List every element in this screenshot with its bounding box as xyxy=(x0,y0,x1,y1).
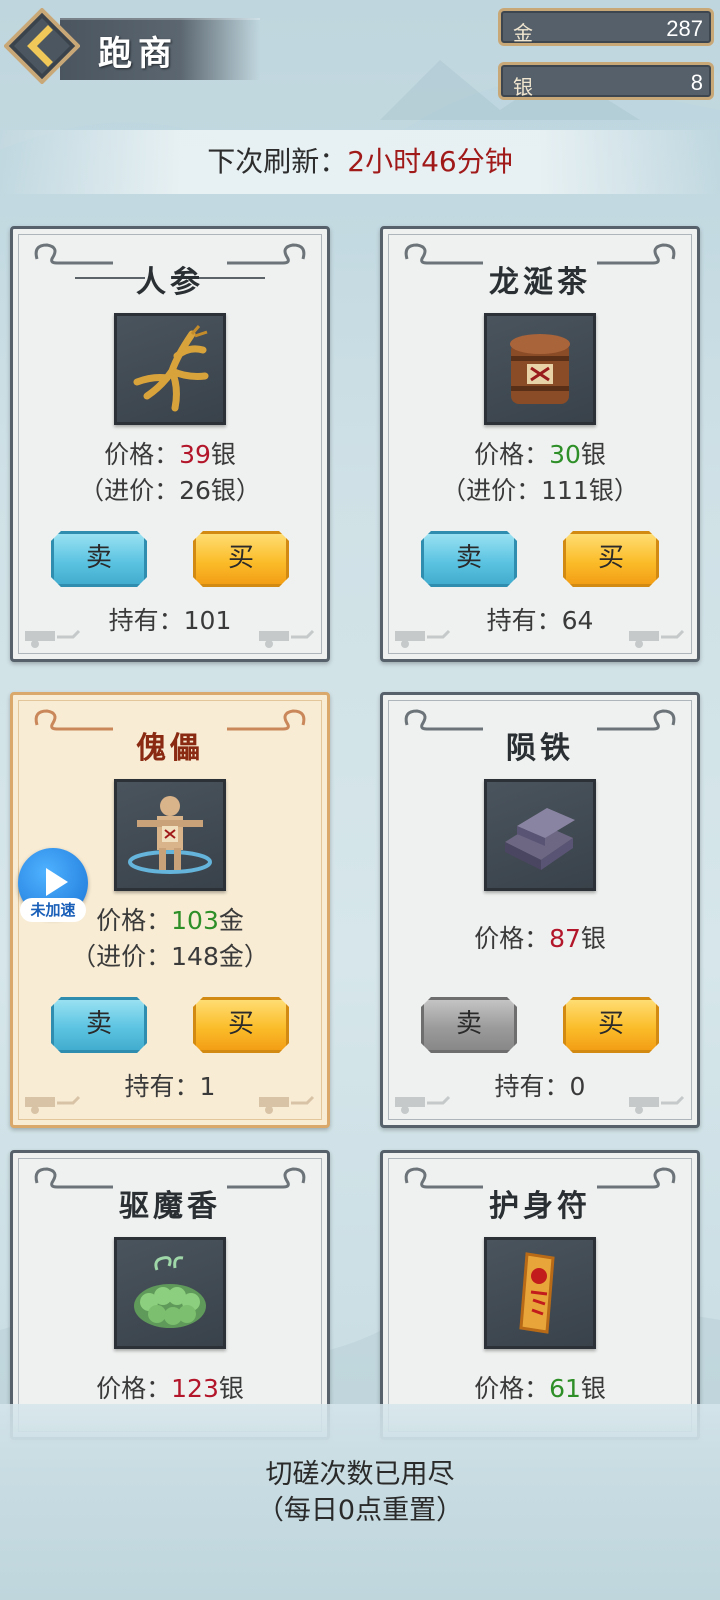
footer-line-1: 切磋次数已用尽 xyxy=(265,1459,455,1490)
buy-button[interactable]: 买 xyxy=(193,997,289,1053)
cart-ornament-icon xyxy=(259,629,315,648)
item-icon-frame xyxy=(484,1237,596,1349)
price-value: 103 xyxy=(171,906,219,935)
cart-ornament-icon xyxy=(395,1095,451,1114)
meteoric-iron-icon xyxy=(505,808,575,870)
item-icon-frame xyxy=(114,779,226,891)
sell-button-disabled[interactable]: 卖 xyxy=(421,997,517,1053)
price-value: 61 xyxy=(549,1374,581,1403)
price-value: 39 xyxy=(179,440,211,469)
refresh-time: 2小时46分钟 xyxy=(347,145,513,178)
item-cost: （进价：111银） xyxy=(441,476,639,505)
silver-label: 银 xyxy=(513,75,533,99)
cart-ornament-icon xyxy=(395,629,451,648)
gold-counter: 金 287 xyxy=(498,8,714,46)
item-icon-frame xyxy=(114,313,226,425)
buy-button[interactable]: 买 xyxy=(563,531,659,587)
speed-up-label: 未加速 xyxy=(20,898,86,922)
item-cost: （进价：148金） xyxy=(71,942,269,971)
item-card-incense[interactable]: 驱魔香 价格：123银 xyxy=(10,1150,330,1440)
item-name: 傀儡 xyxy=(136,731,204,766)
buy-button[interactable]: 买 xyxy=(563,997,659,1053)
footer-status: 切磋次数已用尽 （每日0点重置） xyxy=(0,1404,720,1600)
cart-ornament-icon xyxy=(25,1095,81,1114)
item-icon-frame xyxy=(484,779,596,891)
item-card-ginseng[interactable]: 人参 价格：39银 （进价：26银） 卖 买 持有：101 xyxy=(10,226,330,662)
incense-icon xyxy=(134,1256,206,1328)
item-card-talisman[interactable]: 护身符 价格：61银 xyxy=(380,1150,700,1440)
back-button[interactable] xyxy=(4,8,80,84)
silver-value: 8 xyxy=(690,70,703,95)
item-icon-frame xyxy=(114,1237,226,1349)
gold-label: 金 xyxy=(513,21,533,45)
cart-ornament-icon xyxy=(629,1095,685,1114)
item-name: 龙涎茶 xyxy=(489,265,591,300)
cart-ornament-icon xyxy=(259,1095,315,1114)
item-price: 价格：123银 xyxy=(96,1374,244,1403)
item-price: 价格：39银 xyxy=(104,440,236,469)
tea-barrel-icon xyxy=(510,334,570,404)
item-name: 驱魔香 xyxy=(119,1189,221,1224)
price-value: 87 xyxy=(549,924,581,953)
refresh-timer: 下次刷新：2小时46分钟 xyxy=(0,130,720,194)
cart-ornament-icon xyxy=(629,629,685,648)
refresh-label: 下次刷新： xyxy=(207,145,348,178)
price-value: 30 xyxy=(549,440,581,469)
item-name: 陨铁 xyxy=(506,731,574,766)
page-title: 跑商 xyxy=(98,34,178,74)
item-card-meteoric-iron[interactable]: 陨铁 价格：87银 卖 买 持有：0 xyxy=(380,692,700,1128)
price-value: 123 xyxy=(171,1374,219,1403)
item-name: 护身符 xyxy=(489,1189,591,1224)
sell-button[interactable]: 卖 xyxy=(421,531,517,587)
sell-button[interactable]: 卖 xyxy=(51,531,147,587)
talisman-icon xyxy=(519,1252,555,1334)
puppet-icon xyxy=(128,796,212,874)
item-price: 价格：30银 xyxy=(474,440,606,469)
footer-line-2: （每日0点重置） xyxy=(256,1495,464,1526)
item-name: 人参 xyxy=(136,265,204,300)
cart-ornament-icon xyxy=(25,629,81,648)
play-triangle-icon xyxy=(46,868,68,896)
sell-button[interactable]: 卖 xyxy=(51,997,147,1053)
gold-value: 287 xyxy=(666,16,703,41)
item-cost: （进价：26银） xyxy=(79,476,261,505)
item-card-tea[interactable]: 龙涎茶 价格：30银 （进价：111银） 卖 买 持有：64 xyxy=(380,226,700,662)
item-price: 价格：87银 xyxy=(474,924,606,953)
silver-counter: 银 8 xyxy=(498,62,714,100)
item-price: 价格：61银 xyxy=(474,1374,606,1403)
item-icon-frame xyxy=(484,313,596,425)
buy-button[interactable]: 买 xyxy=(193,531,289,587)
ginseng-icon xyxy=(133,325,209,412)
speed-up-video-button[interactable]: 未加速 xyxy=(14,848,90,924)
